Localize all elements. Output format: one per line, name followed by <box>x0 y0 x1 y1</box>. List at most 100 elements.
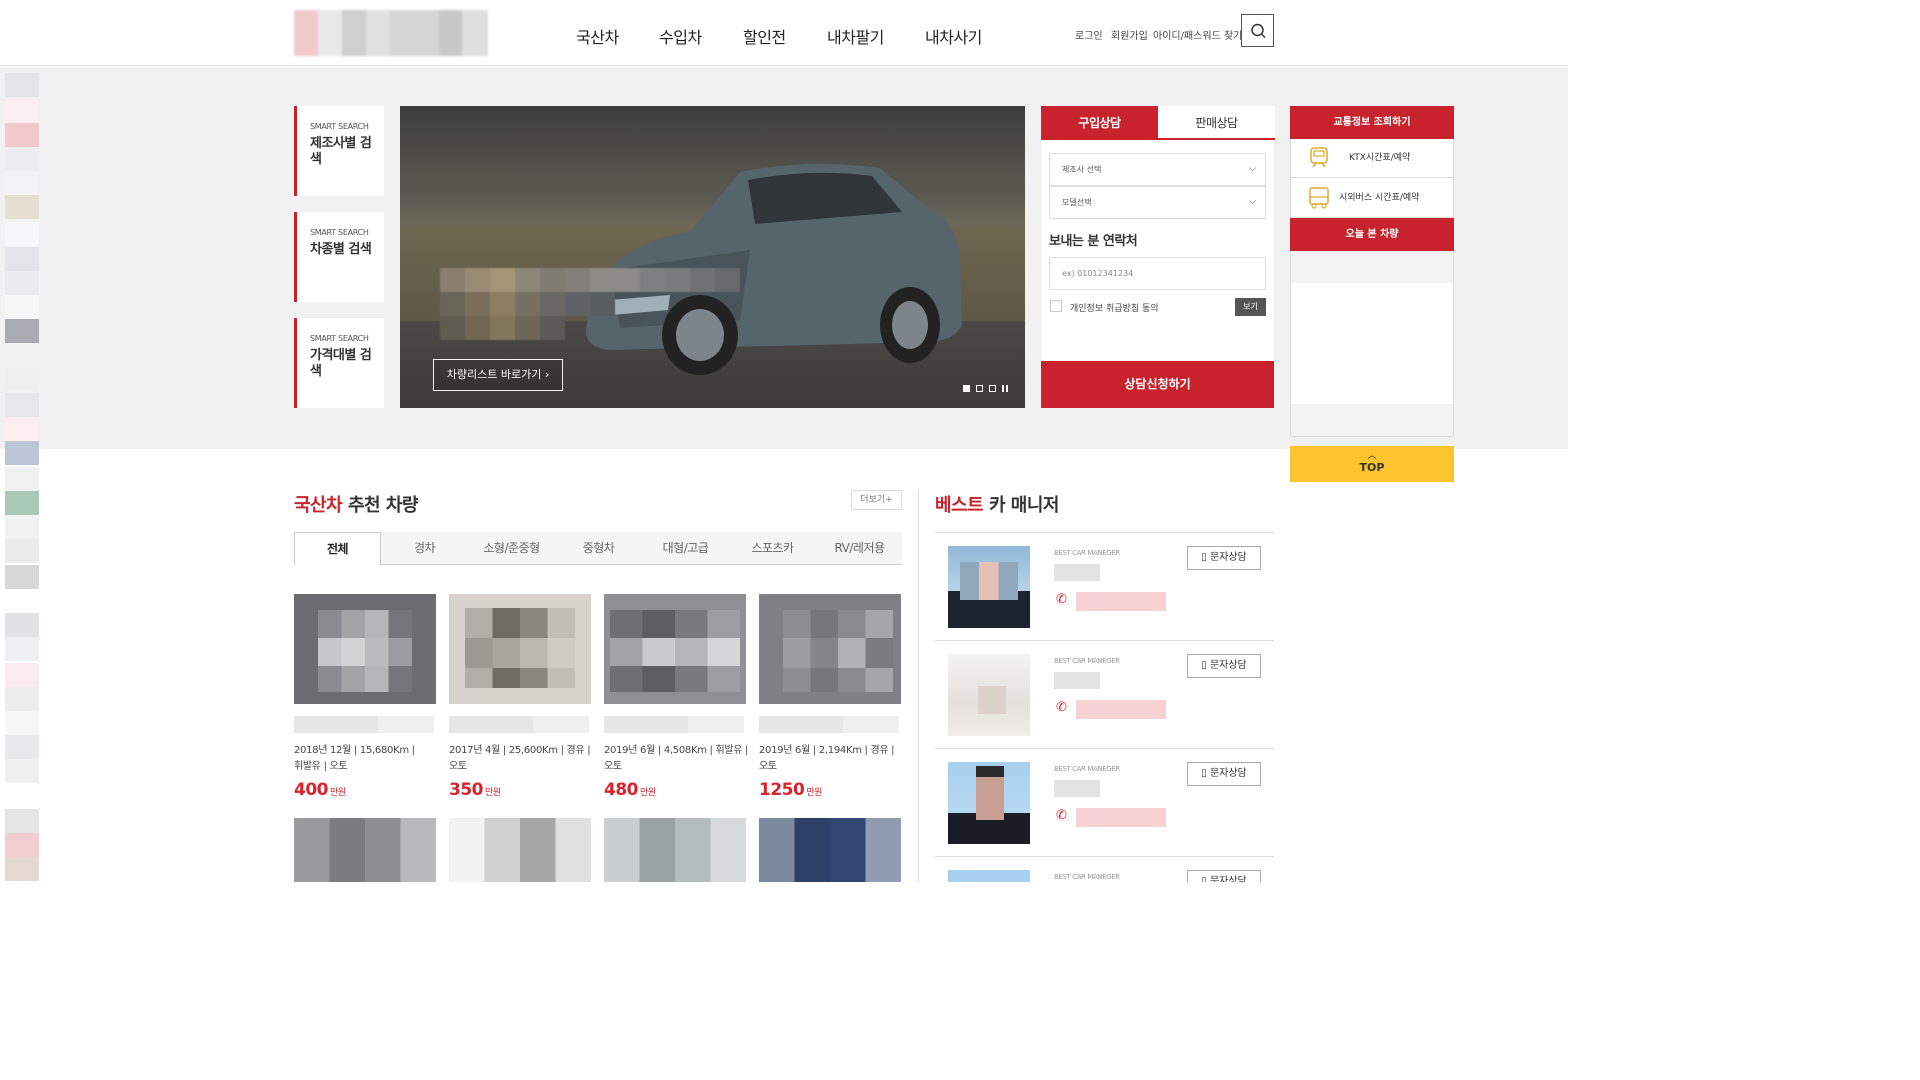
nav-domestic[interactable]: 국산차 <box>576 24 619 48</box>
signup-link[interactable]: 회원가입 <box>1111 27 1148 42</box>
car-card[interactable]: 2019년 6월 | 2,194Km | 경유 | 오토 1250 만원 <box>759 594 901 804</box>
more-button[interactable]: 더보기+ <box>851 490 902 510</box>
tab-compact[interactable]: 소형/준중형 <box>468 532 555 565</box>
ktx-link[interactable]: KTX시간표/예약 <box>1291 139 1453 178</box>
manager-label: BEST CAR MANEGER <box>1054 657 1120 665</box>
tab-rv[interactable]: RV/레저용 <box>816 532 903 565</box>
slide-dot-2[interactable] <box>976 385 983 392</box>
car-thumbnail[interactable] <box>759 818 901 882</box>
tab-all[interactable]: 전체 <box>294 532 381 566</box>
car-spec-line2: 오토 <box>604 761 622 772</box>
recently-viewed-bottom <box>1291 404 1453 436</box>
sms-consult-button[interactable]: ▯ 문자상담 <box>1187 546 1261 570</box>
tab-buy-consult[interactable]: 구입상담 <box>1041 106 1158 140</box>
nav-imported[interactable]: 수입차 <box>659 24 702 48</box>
manager-label: BEST CAR MANEGER <box>1054 549 1120 557</box>
top-button[interactable]: ︿ TOP <box>1290 446 1454 482</box>
car-spec-line2: 오토 <box>759 761 777 772</box>
banner-caption-blurred <box>430 268 756 342</box>
car-price-value: 1250 <box>759 780 805 800</box>
smart-search-maker[interactable]: SMART SEARCH 제조사별 검색 <box>294 106 384 196</box>
sms-consult-label: 문자상담 <box>1209 660 1247 671</box>
car-spec-line1: 2019년 6월 | 2,194Km | 경유 | <box>759 745 895 756</box>
nav-sell-my-car[interactable]: 내차팔기 <box>827 24 884 48</box>
phone-icon: ✆ <box>1056 700 1067 715</box>
car-price: 350 만원 <box>449 780 501 800</box>
site-header: 국산차 수입차 할인전 내차팔기 내차사기 로그인 회원가입 아이디/패스워드 … <box>0 0 1568 66</box>
hero-banner[interactable]: 차량리스트 바로가기 › <box>400 106 1025 408</box>
sms-consult-button[interactable]: ▯ 문자상담 <box>1187 762 1261 786</box>
phone-input[interactable]: ex) 01012341234 <box>1049 257 1266 290</box>
phone-icon: ✆ <box>1056 592 1067 607</box>
search-button[interactable] <box>1241 14 1274 47</box>
smart-search-price[interactable]: SMART SEARCH 가격대별 검색 <box>294 318 384 408</box>
manager-label: BEST CAR MANEGER <box>1054 873 1120 881</box>
model-select[interactable]: 모델선택 ⌵ <box>1049 186 1266 219</box>
section-title-managers: 베스트 카 매니저 <box>935 491 1059 517</box>
car-list-button[interactable]: 차량리스트 바로가기 › <box>433 359 563 391</box>
car-price-unit: 만원 <box>806 788 822 798</box>
maker-select[interactable]: 제조사 선택 ⌵ <box>1049 153 1266 186</box>
smart-search-label: SMART SEARCH <box>310 334 369 343</box>
managers-title-rest: 카 매니저 <box>983 495 1060 516</box>
manager-card: BEST CAR MANEGER ✆ ▯ 문자상담 <box>935 748 1274 856</box>
manager-card: BEST CAR MANEGER ✆ ▯ 문자상담 <box>935 532 1274 640</box>
bus-link[interactable]: 시외버스 시간표/예약 <box>1291 179 1453 218</box>
pause-icon[interactable] <box>1002 385 1009 392</box>
nav-buy-car[interactable]: 내차사기 <box>925 24 982 48</box>
section-title-recommend: 국산차 추천 차량 <box>294 491 418 517</box>
manager-phone-blurred <box>1076 808 1166 827</box>
tab-midsize[interactable]: 중형차 <box>555 532 642 565</box>
chevron-down-icon: ⌵ <box>1249 164 1256 174</box>
manager-photo <box>948 546 1030 628</box>
slide-dot-1[interactable] <box>963 385 970 392</box>
bus-label: 시외버스 시간표/예약 <box>1339 193 1420 203</box>
smart-search-type[interactable]: SMART SEARCH 차종별 검색 <box>294 212 384 302</box>
mobile-icon: ▯ <box>1201 876 1207 882</box>
car-thumbnail[interactable] <box>604 818 746 882</box>
manager-card: BEST CAR MANEGER ▯ 문자상담 <box>935 856 1274 882</box>
chevron-up-icon: ︿ <box>1367 451 1377 461</box>
ktx-label: KTX시간표/예약 <box>1349 153 1411 163</box>
sms-consult-button[interactable]: ▯ 문자상담 <box>1187 654 1261 678</box>
manager-photo <box>948 762 1030 844</box>
car-card[interactable]: 2017년 4월 | 25,600Km | 경유 | 오토 350 만원 <box>449 594 591 804</box>
consult-submit-button[interactable]: 상담신청하기 <box>1041 361 1274 408</box>
sms-consult-label: 문자상담 <box>1209 552 1247 563</box>
car-card[interactable]: 2019년 6월 | 4,508Km | 휘발유 | 오토 480 만원 <box>604 594 748 804</box>
bus-icon <box>1309 187 1329 209</box>
login-link[interactable]: 로그인 <box>1075 27 1103 42</box>
quick-menu: 교통정보 조회하기 KTX시간표/예약 시외버스 시간표/예약 오늘 본 차량 <box>1290 106 1454 437</box>
privacy-checkbox[interactable] <box>1050 300 1062 312</box>
manager-photo <box>948 870 1030 882</box>
privacy-view-button[interactable]: 보기 <box>1235 298 1266 316</box>
car-card[interactable]: 2018년 12월 | 15,680Km | 휘발유 | 오토 400 만원 <box>294 594 436 804</box>
car-price: 400 만원 <box>294 780 346 800</box>
smart-search-title: 가격대별 검색 <box>310 348 372 379</box>
manager-name-blurred <box>1054 564 1100 581</box>
tab-sports[interactable]: 스포츠카 <box>729 532 816 565</box>
find-account-link[interactable]: 아이디/패스워드 찾기 <box>1153 27 1242 42</box>
car-thumbnail <box>759 594 901 704</box>
tab-sell-consult[interactable]: 판매상담 <box>1158 106 1275 140</box>
site-logo[interactable] <box>294 10 488 56</box>
model-select-value: 모델선택 <box>1062 198 1092 207</box>
phone-icon: ✆ <box>1056 808 1067 823</box>
nav-sale[interactable]: 할인전 <box>743 24 786 48</box>
car-thumbnail[interactable] <box>449 818 591 882</box>
tab-light[interactable]: 경차 <box>381 532 468 565</box>
sms-consult-button[interactable]: ▯ 문자상담 <box>1187 870 1261 882</box>
maker-select-value: 제조사 선택 <box>1062 165 1102 174</box>
recommend-title-rest: 추천 차량 <box>342 495 419 516</box>
managers-title-accent: 베스트 <box>935 495 984 516</box>
car-name-blurred <box>294 716 434 733</box>
smart-search-title: 제조사별 검색 <box>310 136 372 167</box>
car-price-unit: 만원 <box>485 788 501 798</box>
car-thumbnail <box>294 594 436 704</box>
slide-dot-3[interactable] <box>989 385 996 392</box>
recently-viewed-top <box>1291 251 1453 283</box>
car-price: 1250 만원 <box>759 780 822 800</box>
car-price: 480 만원 <box>604 780 656 800</box>
car-thumbnail[interactable] <box>294 818 436 882</box>
tab-fullsize[interactable]: 대형/고급 <box>642 532 729 565</box>
